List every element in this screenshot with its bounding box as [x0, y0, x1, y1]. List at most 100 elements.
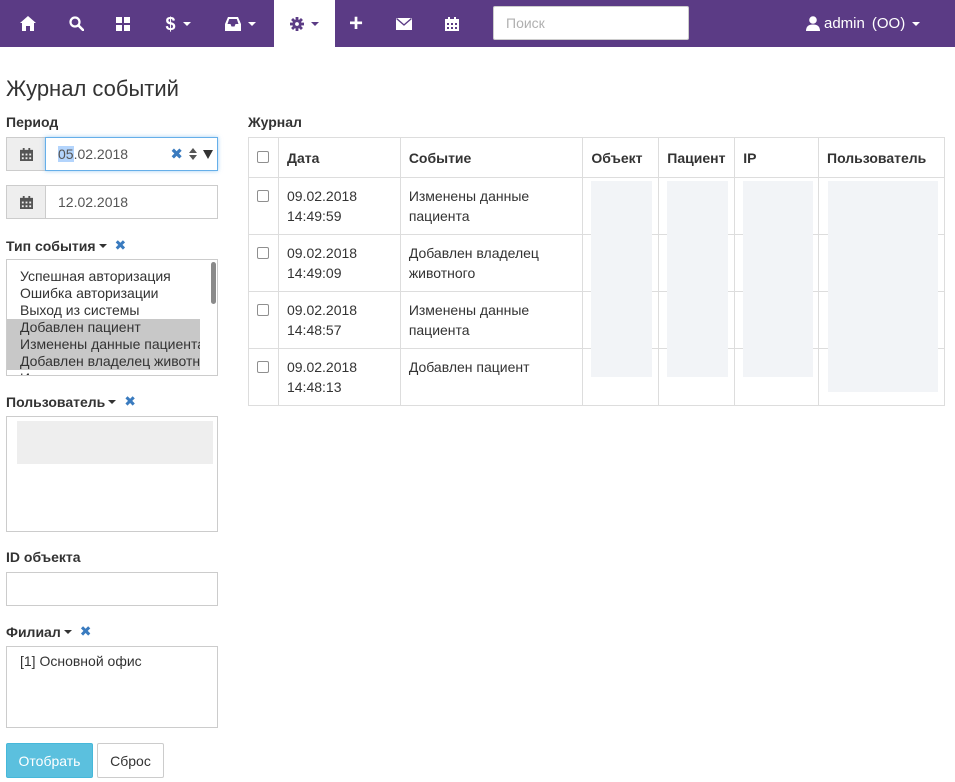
journal-title: Журнал: [248, 114, 302, 130]
home-button[interactable]: [8, 0, 48, 47]
chevron-down-icon[interactable]: [98, 243, 107, 248]
branch-options: [1] Основной офис: [7, 653, 217, 670]
col-user[interactable]: Пользователь: [818, 137, 945, 178]
row-checkbox[interactable]: [257, 304, 269, 316]
event-type-option[interactable]: Добавлен пациент: [7, 319, 200, 336]
row-time: 14:48:13: [286, 379, 342, 395]
event-type-clear-button[interactable]: ✖: [115, 237, 127, 254]
event-type-label-text: Тип события: [6, 237, 96, 254]
date-to-input[interactable]: 12.02.2018: [45, 185, 218, 219]
gear-icon: [290, 16, 304, 31]
dollar-icon: $: [165, 13, 176, 34]
row-checkbox[interactable]: [257, 247, 269, 259]
date-from-calendar-button[interactable]: [6, 137, 45, 171]
messages-button[interactable]: [384, 0, 424, 47]
row-event-cell: Добавлен владелец животного: [399, 234, 584, 292]
date-to-value: 12.02.2018: [58, 194, 129, 210]
add-button[interactable]: +: [336, 0, 376, 47]
date-dropdown-icon[interactable]: [203, 149, 213, 159]
branch-label[interactable]: Филиал ✖: [6, 623, 91, 640]
branch-clear-button[interactable]: ✖: [80, 623, 92, 640]
user-name: admin: [824, 15, 865, 32]
chevron-down-icon: [311, 21, 319, 26]
user-menu[interactable]: admin (OO): [806, 0, 921, 47]
col-event[interactable]: Событие: [399, 137, 584, 178]
event-type-option[interactable]: Добавлен владелец животного: [7, 353, 200, 370]
row-event-cell: Изменены данные пациента: [399, 291, 584, 349]
settings-menu[interactable]: [274, 0, 335, 47]
row-checkbox[interactable]: [257, 190, 269, 202]
row-select-cell: [248, 177, 279, 235]
col-object[interactable]: Объект: [582, 137, 660, 178]
inbox-menu[interactable]: [212, 0, 268, 47]
select-all-cell: [248, 137, 279, 178]
branch-option[interactable]: [1] Основной офис: [7, 653, 200, 670]
user-org: (OO): [871, 15, 906, 32]
chevron-down-icon: [247, 21, 256, 26]
branch-label-text: Филиал: [6, 623, 61, 640]
event-type-select[interactable]: Успешная авторизация Ошибка авторизации Вы…: [6, 259, 218, 376]
search-input[interactable]: [493, 6, 689, 40]
row-date: 09.02.2018: [286, 302, 358, 318]
row-event-cell: Изменены данные пациента: [399, 177, 584, 235]
plus-icon: +: [348, 9, 363, 37]
object-id-label-text: ID объекта: [6, 549, 81, 565]
event-type-option[interactable]: Выход из системы: [7, 302, 200, 319]
user-option-redacted[interactable]: [17, 421, 213, 464]
select-all-checkbox[interactable]: [257, 150, 269, 163]
object-id-input[interactable]: [6, 572, 218, 606]
spin-down-icon[interactable]: [189, 155, 197, 160]
submit-button[interactable]: Отобрать: [6, 743, 93, 778]
reset-button[interactable]: Сброс: [97, 743, 164, 778]
period-label: Период: [6, 114, 58, 130]
row-checkbox[interactable]: [257, 361, 269, 373]
calendar-icon: [19, 195, 33, 209]
row-select-cell: [248, 348, 279, 406]
event-type-option[interactable]: Ошибка авторизации: [7, 285, 200, 302]
page-title: Журнал событий: [6, 76, 179, 101]
user-icon: [806, 16, 820, 31]
dashboard-button[interactable]: [103, 0, 143, 47]
calendar-icon: [445, 16, 459, 31]
event-type-label[interactable]: Тип события ✖: [6, 237, 126, 254]
user-select[interactable]: [6, 416, 218, 532]
envelope-icon: [396, 17, 412, 30]
date-from-group: 05.02.2018 ✖: [6, 137, 218, 171]
row-date-cell: 09.02.2018 14:49:59: [277, 177, 401, 235]
row-time: 14:48:57: [286, 322, 342, 338]
search-nav-button[interactable]: [56, 0, 96, 47]
chevron-down-icon[interactable]: [63, 629, 72, 634]
finance-menu[interactable]: $: [152, 0, 204, 47]
table-header-row: Дата Событие Объект Пациент IP Пользоват…: [248, 137, 945, 178]
row-event-cell: Добавлен пациент: [399, 348, 584, 406]
date-to-group: 12.02.2018: [6, 185, 218, 219]
event-type-scrollbar[interactable]: [211, 262, 216, 304]
chevron-down-icon[interactable]: [108, 399, 117, 404]
top-navbar: $ + admin (OO): [0, 0, 955, 47]
date-from-input[interactable]: 05.02.2018 ✖: [45, 137, 218, 171]
event-type-option[interactable]: Изменены данные владельца: [7, 370, 200, 375]
spin-up-icon[interactable]: [189, 148, 197, 153]
user-label-text: Пользователь: [6, 393, 106, 410]
row-time: 14:49:09: [286, 265, 342, 281]
date-to-calendar-button[interactable]: [6, 185, 45, 219]
row-select-cell: [248, 291, 279, 349]
event-type-option[interactable]: Успешная авторизация: [7, 268, 200, 285]
calendar-button[interactable]: [432, 0, 472, 47]
user-clear-button[interactable]: ✖: [124, 393, 136, 410]
user-label[interactable]: Пользователь ✖: [6, 393, 136, 410]
row-select-cell: [248, 234, 279, 292]
col-ip[interactable]: IP: [734, 137, 819, 178]
row-date: 09.02.2018: [286, 359, 358, 375]
ip-column-redacted: [743, 181, 813, 377]
home-icon: [20, 16, 36, 31]
object-column-redacted: [591, 181, 652, 377]
period-label-text: Период: [6, 114, 59, 130]
col-date[interactable]: Дата: [277, 137, 401, 178]
date-spinner[interactable]: [189, 148, 197, 160]
object-id-label: ID объекта: [6, 549, 81, 565]
branch-select[interactable]: [1] Основной офис: [6, 646, 218, 728]
col-patient[interactable]: Пациент: [658, 137, 736, 178]
date-clear-button[interactable]: ✖: [170, 145, 183, 163]
event-type-option[interactable]: Изменены данные пациента: [7, 336, 200, 353]
